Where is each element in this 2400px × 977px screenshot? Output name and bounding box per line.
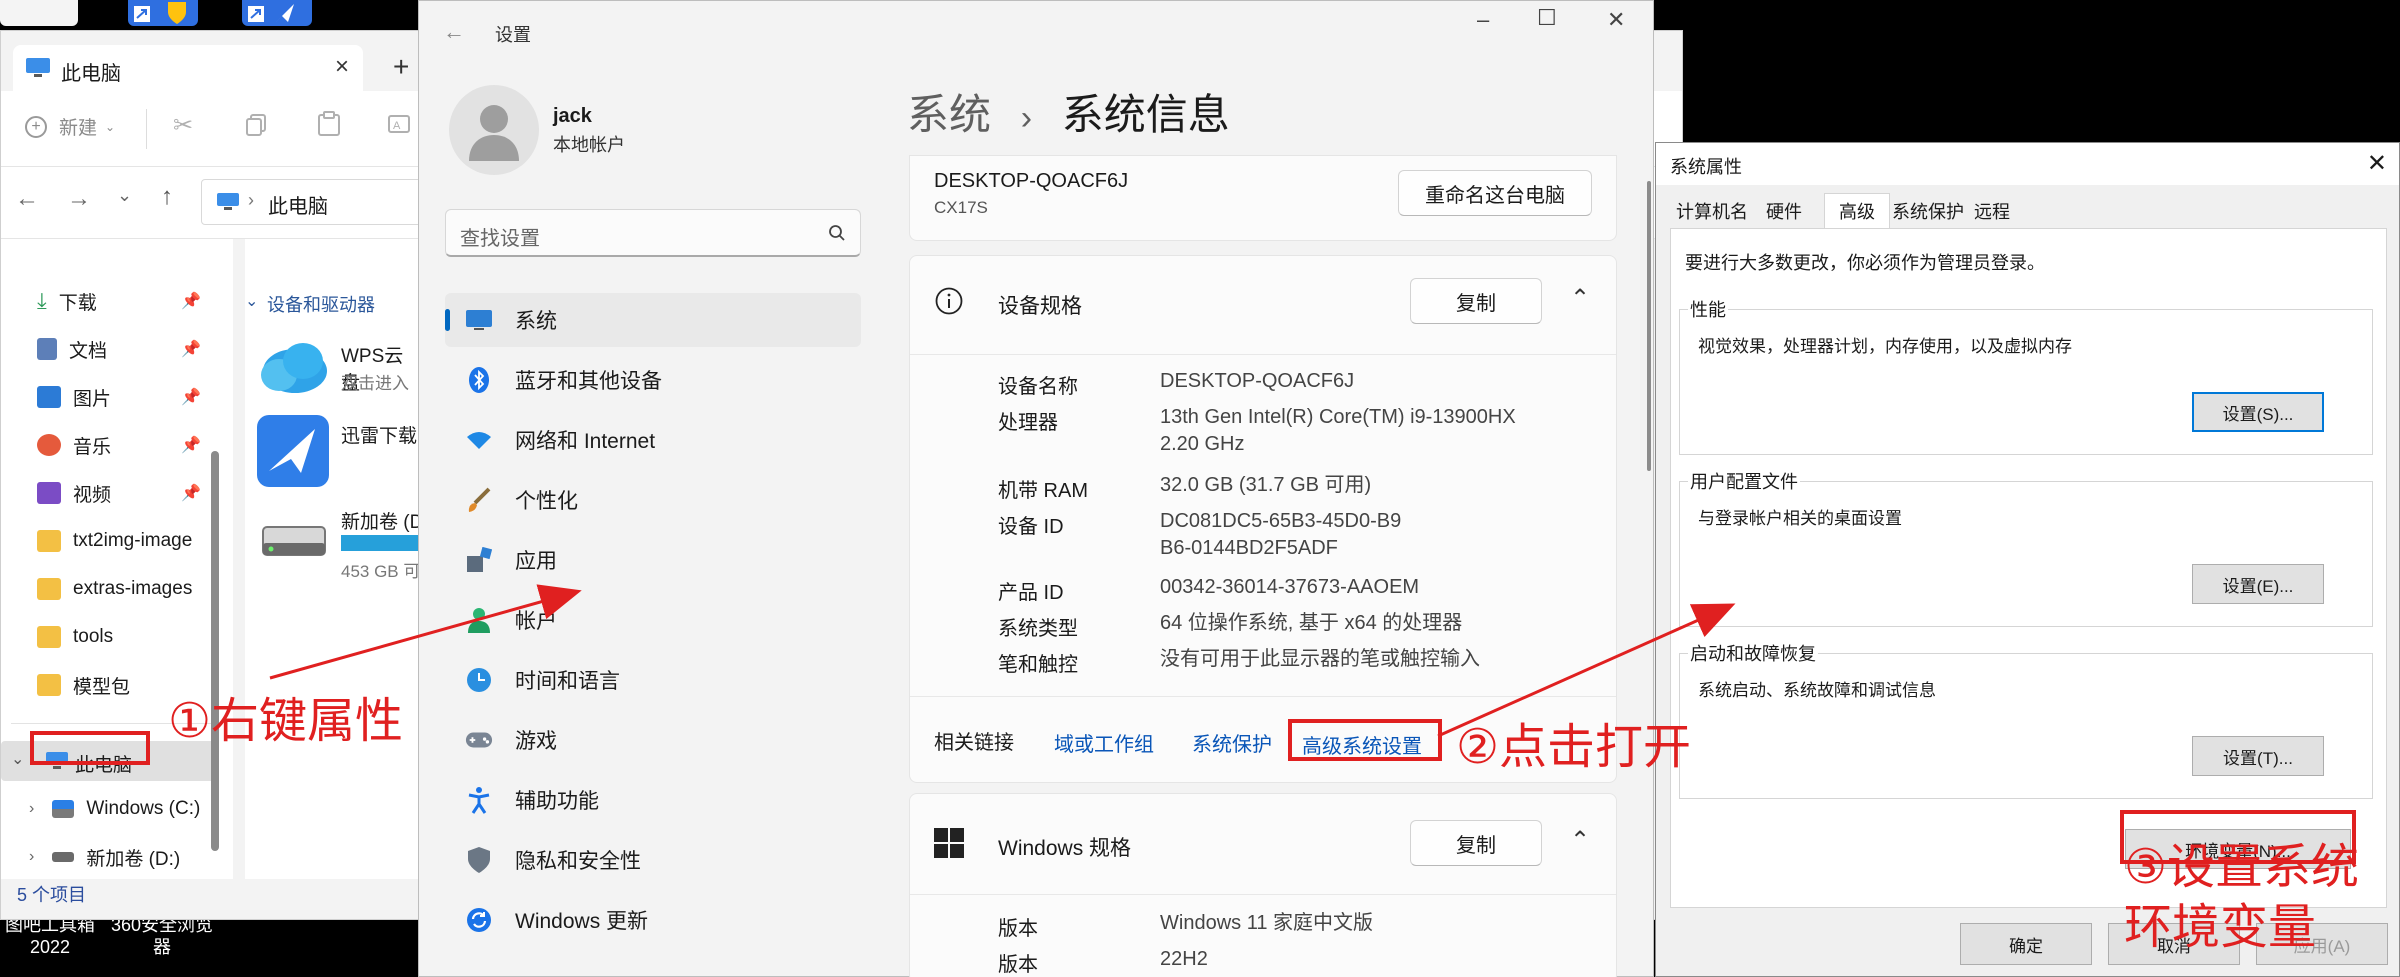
annotation-step1: ①右键属性 <box>168 693 404 749</box>
annotation-arrows <box>269 584 1736 738</box>
arrow-step1 <box>269 584 582 680</box>
annotation-step2: ②点击打开 <box>1456 719 1692 775</box>
annotation-step3-line1: ③设置系统 <box>2124 839 2360 895</box>
arrow-step2 <box>1437 603 1736 738</box>
annotation-step3-line2: 环境变量 <box>2124 899 2317 955</box>
